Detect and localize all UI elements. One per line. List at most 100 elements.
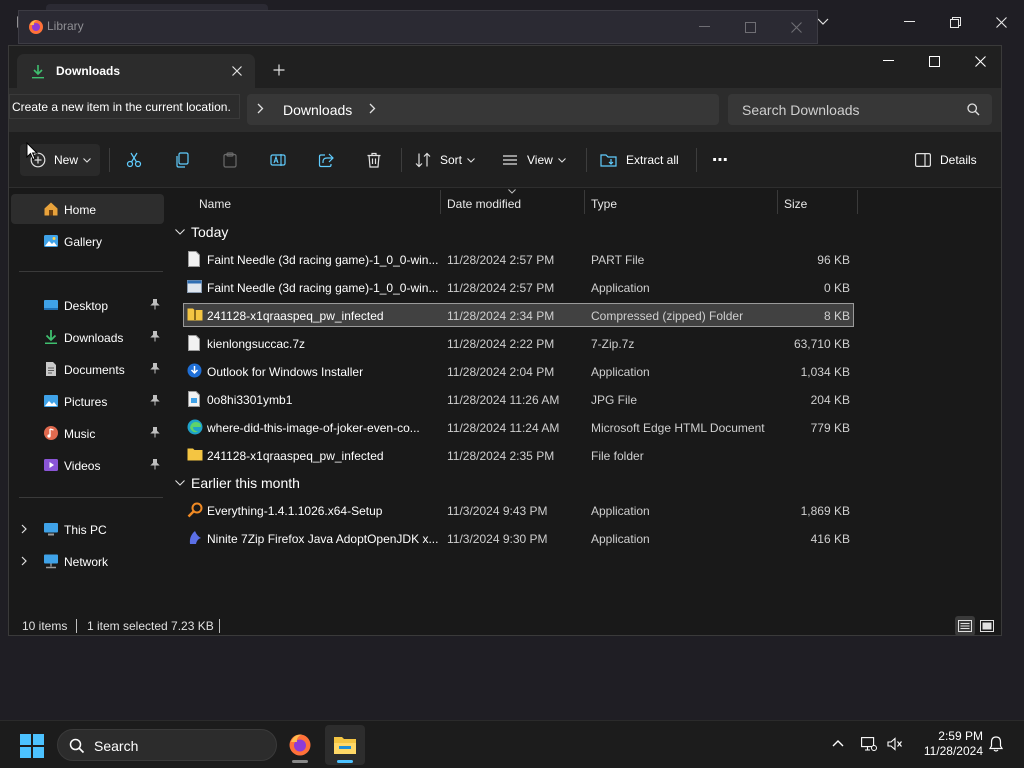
library-close-icon[interactable]: [773, 11, 819, 43]
zip-folder-icon: [187, 307, 203, 321]
file-name: kienlongsuccac.7z: [207, 337, 306, 351]
file-row[interactable]: Outlook for Windows Installer 11/28/2024…: [183, 359, 854, 383]
column-header-size[interactable]: Size: [784, 188, 807, 216]
clock-date: 11/28/2024: [923, 744, 983, 758]
column-divider[interactable]: [584, 190, 585, 214]
file-row[interactable]: Faint Needle (3d racing game)-1_0_0-win.…: [183, 275, 854, 299]
close-tab-icon[interactable]: [227, 61, 247, 81]
pin-icon[interactable]: [150, 395, 160, 406]
search-input[interactable]: [728, 94, 992, 125]
home-icon: [43, 201, 59, 217]
maximize-button[interactable]: [911, 46, 957, 76]
details-view-toggle[interactable]: [955, 616, 975, 636]
new-tab-button[interactable]: [268, 59, 290, 81]
view-button[interactable]: View: [502, 144, 566, 176]
nav-item-gallery[interactable]: Gallery: [11, 226, 164, 256]
volume-muted-button[interactable]: [887, 737, 903, 751]
taskbar-firefox[interactable]: [280, 725, 320, 765]
file-date: 11/3/2024 9:30 PM: [447, 532, 548, 546]
show-hidden-icons-button[interactable]: [832, 739, 844, 747]
browser-restore-icon[interactable]: [932, 0, 978, 44]
taskbar-search-box[interactable]: Search: [57, 729, 277, 761]
nav-item-documents[interactable]: Documents: [11, 354, 164, 384]
pin-icon[interactable]: [150, 299, 160, 310]
toolbar-divider: [401, 148, 402, 172]
file-type: Application: [591, 532, 650, 546]
taskbar: Search 2:59 PM 11/28/2024: [0, 720, 1024, 768]
nav-item-downloads[interactable]: Downloads: [11, 322, 164, 352]
status-divider: [76, 619, 77, 633]
mouse-cursor-icon: [26, 142, 38, 161]
group-header-earlier-this-month[interactable]: Earlier this month: [175, 472, 300, 494]
search-icon[interactable]: [967, 103, 980, 116]
details-button[interactable]: Details: [915, 144, 977, 176]
more-options-button[interactable]: ⋯: [708, 144, 732, 176]
file-row[interactable]: where-did-this-image-of-joker-even-co...…: [183, 415, 854, 439]
chevron-right-icon[interactable]: [257, 103, 264, 114]
minimize-button[interactable]: [865, 46, 911, 76]
network-status-button[interactable]: [861, 737, 877, 751]
group-label: Earlier this month: [191, 475, 300, 491]
copy-button[interactable]: [170, 144, 194, 176]
file-row[interactable]: kienlongsuccac.7z 11/28/2024 2:22 PM 7-Z…: [183, 331, 854, 355]
extract-all-button[interactable]: Extract all: [600, 144, 679, 176]
library-minimize-icon[interactable]: [681, 11, 727, 43]
clock[interactable]: 2:59 PM 11/28/2024: [915, 729, 983, 759]
large-icons-view-toggle[interactable]: [977, 616, 997, 636]
group-header-today[interactable]: Today: [175, 221, 228, 243]
file-row[interactable]: Ninite 7Zip Firefox Java AdoptOpenJDK x.…: [183, 526, 854, 550]
cut-button[interactable]: [122, 144, 146, 176]
share-button[interactable]: [314, 144, 338, 176]
file-row-selected[interactable]: 241128-x1qraaspeq_pw_infected 11/28/2024…: [183, 303, 854, 327]
close-icon: [974, 55, 986, 67]
column-divider[interactable]: [440, 190, 441, 214]
chevron-right-icon[interactable]: [369, 103, 376, 114]
music-icon: [43, 425, 59, 441]
nav-item-home[interactable]: Home: [11, 194, 164, 224]
file-row[interactable]: Faint Needle (3d racing game)-1_0_0-win.…: [183, 247, 854, 271]
nav-item-videos[interactable]: Videos: [11, 450, 164, 480]
file-date: 11/28/2024 11:24 AM: [447, 421, 560, 435]
details-button-label: Details: [940, 153, 977, 167]
firefox-icon: [289, 734, 311, 756]
delete-button[interactable]: [362, 144, 386, 176]
breadcrumb-downloads[interactable]: Downloads: [283, 102, 352, 118]
chevron-right-icon[interactable]: [21, 556, 27, 566]
column-divider[interactable]: [857, 190, 858, 214]
column-header-type[interactable]: Type: [591, 188, 617, 216]
folder-icon: [187, 447, 203, 461]
pin-icon[interactable]: [150, 459, 160, 470]
close-window-button[interactable]: [957, 46, 1003, 76]
installer-icon: [187, 363, 202, 378]
search-box[interactable]: [728, 94, 992, 125]
tooltip-new: Create a new item in the current locatio…: [9, 94, 240, 119]
rename-button[interactable]: [266, 144, 290, 176]
trash-icon: [367, 152, 381, 168]
column-header-name[interactable]: Name: [199, 188, 231, 216]
file-row[interactable]: 241128-x1qraaspeq_pw_infected 11/28/2024…: [183, 443, 854, 467]
browser-close-icon[interactable]: [978, 0, 1024, 44]
sort-button[interactable]: Sort: [415, 144, 475, 176]
notifications-button[interactable]: [989, 736, 1003, 752]
nav-item-network[interactable]: Network: [11, 546, 164, 576]
start-button[interactable]: [20, 734, 44, 758]
tab-label: Downloads: [56, 64, 121, 78]
nav-item-music[interactable]: Music: [11, 418, 164, 448]
chevron-right-icon[interactable]: [21, 524, 27, 534]
pin-icon[interactable]: [150, 331, 160, 342]
tab-downloads[interactable]: Downloads: [17, 54, 255, 88]
library-maximize-icon[interactable]: [727, 11, 773, 43]
file-row[interactable]: 0o8hi3301ymb1 11/28/2024 11:26 AM JPG Fi…: [183, 387, 854, 411]
pin-icon[interactable]: [150, 427, 160, 438]
nav-item-desktop[interactable]: Desktop: [11, 290, 164, 320]
pin-icon[interactable]: [150, 363, 160, 374]
nav-item-this-pc[interactable]: This PC: [11, 514, 164, 544]
column-divider[interactable]: [777, 190, 778, 214]
paste-button[interactable]: [218, 144, 242, 176]
breadcrumb[interactable]: Downloads: [247, 94, 719, 125]
browser-minimize-icon[interactable]: [886, 0, 932, 44]
file-row[interactable]: Everything-1.4.1.1026.x64-Setup 11/3/202…: [183, 498, 854, 522]
nav-item-pictures[interactable]: Pictures: [11, 386, 164, 416]
library-window-titlebar[interactable]: Library: [18, 10, 818, 44]
taskbar-file-explorer[interactable]: [325, 725, 365, 765]
